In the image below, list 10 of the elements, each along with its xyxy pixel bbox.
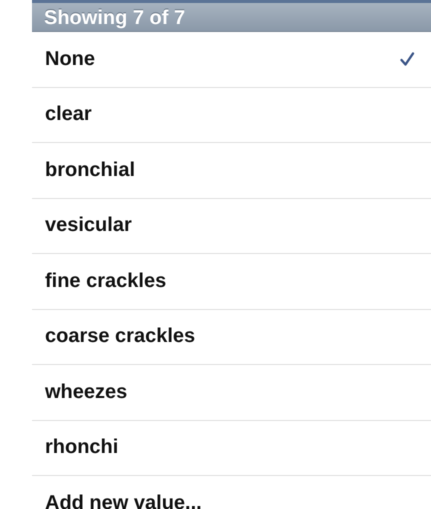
list-item[interactable]: bronchial bbox=[32, 143, 431, 198]
header-title: Showing 7 of 7 bbox=[44, 6, 186, 30]
list-item[interactable]: Add new value... bbox=[32, 476, 431, 509]
list-item[interactable]: clear bbox=[32, 88, 431, 143]
list-item[interactable]: None bbox=[32, 32, 431, 88]
list-item[interactable]: coarse crackles bbox=[32, 310, 431, 365]
list-item[interactable]: fine crackles bbox=[32, 254, 431, 310]
list-item[interactable]: rhonchi bbox=[32, 420, 431, 476]
list-item[interactable]: wheezes bbox=[32, 365, 431, 420]
list-item[interactable]: vesicular bbox=[32, 198, 431, 254]
